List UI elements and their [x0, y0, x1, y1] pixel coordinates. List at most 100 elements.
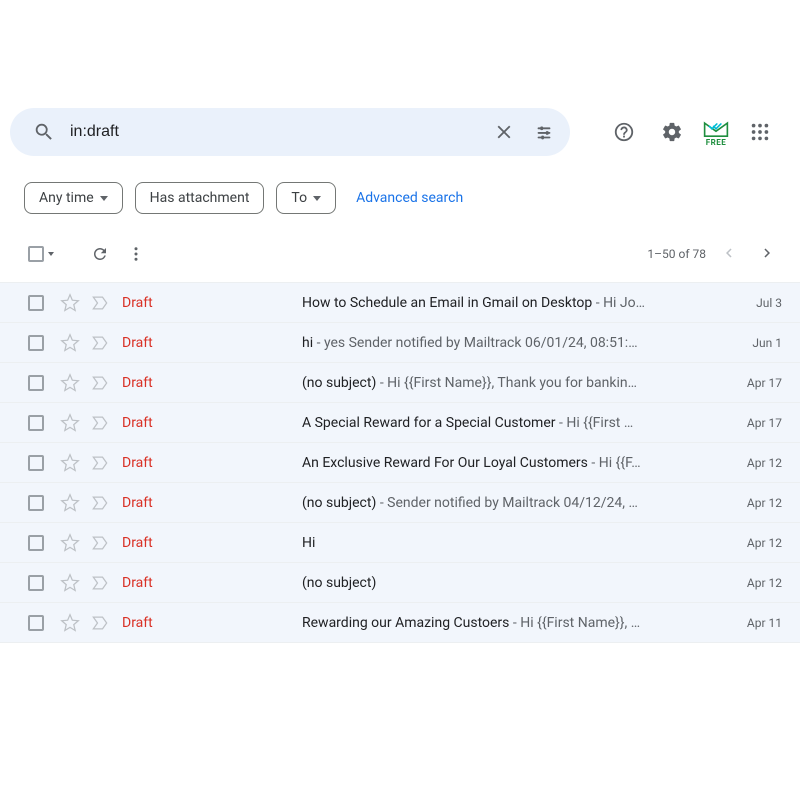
email-date: Apr 12	[730, 456, 782, 470]
star-icon[interactable]	[60, 293, 80, 313]
email-row[interactable]: Draft (no subject) Apr 12	[0, 563, 800, 603]
search-input[interactable]	[64, 123, 484, 141]
next-page-button[interactable]	[758, 244, 776, 265]
star-icon[interactable]	[60, 493, 80, 513]
email-list: Draft How to Schedule an Email in Gmail …	[0, 282, 800, 643]
email-sender: Draft	[122, 375, 302, 391]
email-subject-cell: (no subject) - Sender notified by Mailtr…	[302, 495, 730, 511]
email-row[interactable]: Draft Hi Apr 12	[0, 523, 800, 563]
row-checkbox[interactable]	[28, 535, 44, 551]
email-row[interactable]: Draft Rewarding our Amazing Custoers - H…	[0, 603, 800, 643]
star-icon[interactable]	[60, 373, 80, 393]
email-snippet: Sender notified by Mailtrack 04/12/24, …	[387, 495, 638, 511]
chip-has-attachment[interactable]: Has attachment	[135, 182, 265, 214]
email-subject: An Exclusive Reward For Our Loyal Custom…	[302, 455, 588, 471]
email-row[interactable]: Draft (no subject) - Sender notified by …	[0, 483, 800, 523]
refresh-button[interactable]	[82, 236, 118, 272]
row-checkbox[interactable]	[28, 295, 44, 311]
email-date: Apr 12	[730, 496, 782, 510]
email-date: Apr 11	[730, 616, 782, 630]
important-icon[interactable]	[90, 453, 110, 473]
email-sender: Draft	[122, 295, 302, 311]
email-subject-cell: Rewarding our Amazing Custoers - Hi {{Fi…	[302, 615, 730, 631]
email-row[interactable]: Draft An Exclusive Reward For Our Loyal …	[0, 443, 800, 483]
important-icon[interactable]	[90, 533, 110, 553]
checkbox-icon	[28, 246, 44, 262]
email-snippet: Hi {{First …	[566, 415, 633, 431]
email-subject: How to Schedule an Email in Gmail on Des…	[302, 295, 592, 311]
important-icon[interactable]	[90, 613, 110, 633]
email-date: Apr 17	[730, 376, 782, 390]
row-checkbox[interactable]	[28, 455, 44, 471]
email-row[interactable]: Draft hi - yes Sender notified by Mailtr…	[0, 323, 800, 363]
select-all-checkbox[interactable]	[28, 246, 54, 262]
important-icon[interactable]	[90, 413, 110, 433]
chip-to[interactable]: To	[276, 182, 336, 214]
row-checkbox[interactable]	[28, 495, 44, 511]
email-date: Apr 17	[730, 416, 782, 430]
email-subject: A Special Reward for a Special Customer	[302, 415, 556, 431]
email-sender: Draft	[122, 415, 302, 431]
email-sender: Draft	[122, 615, 302, 631]
email-row[interactable]: Draft A Special Reward for a Special Cus…	[0, 403, 800, 443]
email-subject: Rewarding our Amazing Custoers	[302, 615, 509, 631]
email-subject: Hi	[302, 535, 315, 551]
filter-chips-row: Any time Has attachment To Advanced sear…	[0, 164, 800, 230]
star-icon[interactable]	[60, 533, 80, 553]
search-icon[interactable]	[24, 112, 64, 152]
email-snippet: Hi {{F…	[599, 455, 641, 471]
settings-icon[interactable]	[652, 112, 692, 152]
row-checkbox[interactable]	[28, 615, 44, 631]
search-bar	[10, 108, 570, 156]
prev-page-button[interactable]	[720, 244, 738, 265]
more-actions-button[interactable]	[118, 236, 154, 272]
email-sender: Draft	[122, 495, 302, 511]
email-date: Apr 12	[730, 536, 782, 550]
important-icon[interactable]	[90, 333, 110, 353]
star-icon[interactable]	[60, 413, 80, 433]
row-checkbox[interactable]	[28, 335, 44, 351]
email-subject: (no subject)	[302, 495, 376, 511]
email-snippet: yes Sender notified by Mailtrack 06/01/2…	[324, 335, 638, 351]
advanced-search-link[interactable]: Advanced search	[356, 190, 463, 206]
pagination-info: 1–50 of 78	[647, 247, 706, 261]
row-checkbox[interactable]	[28, 415, 44, 431]
help-icon[interactable]	[604, 112, 644, 152]
apps-icon[interactable]	[740, 112, 780, 152]
email-row[interactable]: Draft How to Schedule an Email in Gmail …	[0, 283, 800, 323]
chip-anytime[interactable]: Any time	[24, 182, 123, 214]
search-options-icon[interactable]	[524, 112, 564, 152]
row-checkbox[interactable]	[28, 575, 44, 591]
important-icon[interactable]	[90, 373, 110, 393]
chip-label: To	[291, 190, 307, 206]
row-checkbox[interactable]	[28, 375, 44, 391]
chevron-down-icon	[48, 252, 54, 256]
chevron-down-icon	[313, 196, 321, 201]
email-subject: (no subject)	[302, 575, 376, 591]
important-icon[interactable]	[90, 293, 110, 313]
important-icon[interactable]	[90, 573, 110, 593]
email-subject: hi	[302, 335, 313, 351]
clear-search-icon[interactable]	[484, 112, 524, 152]
important-icon[interactable]	[90, 493, 110, 513]
email-date: Apr 12	[730, 576, 782, 590]
email-subject-cell: Hi	[302, 535, 730, 551]
email-subject-cell: hi - yes Sender notified by Mailtrack 06…	[302, 335, 730, 351]
pagination-nav	[720, 244, 782, 265]
email-row[interactable]: Draft (no subject) - Hi {{First Name}}, …	[0, 363, 800, 403]
email-date: Jul 3	[730, 296, 782, 310]
star-icon[interactable]	[60, 613, 80, 633]
email-subject: (no subject)	[302, 375, 376, 391]
mailtrack-extension-icon[interactable]: FREE	[700, 118, 732, 147]
email-sender: Draft	[122, 335, 302, 351]
header-actions: FREE	[604, 112, 780, 152]
extension-label: FREE	[706, 138, 727, 147]
chevron-down-icon	[100, 196, 108, 201]
email-subject-cell: A Special Reward for a Special Customer …	[302, 415, 730, 431]
star-icon[interactable]	[60, 453, 80, 473]
star-icon[interactable]	[60, 573, 80, 593]
star-icon[interactable]	[60, 333, 80, 353]
email-sender: Draft	[122, 455, 302, 471]
email-sender: Draft	[122, 575, 302, 591]
email-sender: Draft	[122, 535, 302, 551]
